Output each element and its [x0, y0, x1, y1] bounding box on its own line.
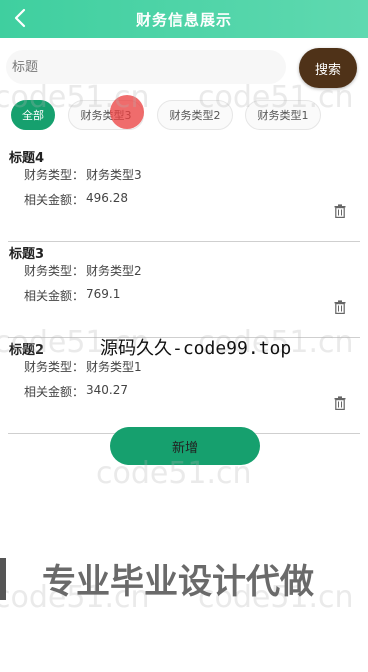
- item-amount-row: 相关金额： 496.28: [24, 191, 128, 208]
- type-value: 财务类型2: [86, 264, 142, 278]
- item-title: 标题4: [9, 151, 45, 166]
- overlay-banner: 专业毕业设计代做: [0, 548, 368, 610]
- trash-icon: [334, 204, 346, 218]
- type-label: 财务类型：: [24, 168, 85, 182]
- touch-indicator: [110, 95, 144, 129]
- amount-label: 相关金额：: [24, 289, 85, 303]
- back-button[interactable]: [6, 4, 34, 32]
- delete-button[interactable]: [334, 300, 346, 314]
- amount-label: 相关金额：: [24, 193, 85, 207]
- item-amount-row: 相关金额： 769.1: [24, 287, 120, 304]
- item-amount-row: 相关金额： 340.27: [24, 383, 128, 400]
- item-type-row: 财务类型： 财务类型3: [24, 166, 142, 183]
- item-title: 标题2: [9, 343, 45, 358]
- list-item[interactable]: 标题3 财务类型： 财务类型2 相关金额： 769.1: [8, 242, 360, 338]
- type-value: 财务类型3: [86, 168, 142, 182]
- trash-icon: [334, 300, 346, 314]
- tab-finance-type-1[interactable]: 财务类型1: [245, 100, 321, 130]
- amount-value: 496.28: [86, 191, 129, 205]
- overlay-caption: 源码久久-code99.top: [100, 338, 292, 359]
- chevron-left-icon: [14, 8, 26, 28]
- tab-finance-type-2[interactable]: 财务类型2: [157, 100, 233, 130]
- amount-value: 340.27: [86, 383, 129, 397]
- item-title: 标题3: [9, 247, 45, 262]
- delete-button[interactable]: [334, 396, 346, 410]
- add-button[interactable]: 新增: [110, 427, 260, 465]
- item-type-row: 财务类型： 财务类型1: [24, 358, 142, 375]
- type-value: 财务类型1: [86, 360, 142, 374]
- amount-value: 769.1: [86, 287, 121, 301]
- banner-text: 专业毕业设计代做: [42, 562, 314, 602]
- page-title: 财务信息展示: [135, 10, 232, 29]
- search-button[interactable]: 搜索: [299, 48, 357, 88]
- finance-list: 标题4 财务类型： 财务类型3 相关金额： 496.28 标题3 财务类型： 财…: [8, 146, 360, 434]
- type-label: 财务类型：: [24, 360, 85, 374]
- search-row: 搜索: [0, 44, 368, 92]
- trash-icon: [334, 396, 346, 410]
- type-label: 财务类型：: [24, 264, 85, 278]
- delete-button[interactable]: [334, 204, 346, 218]
- list-item[interactable]: 标题4 财务类型： 财务类型3 相关金额： 496.28: [8, 146, 360, 242]
- search-input[interactable]: [6, 50, 286, 84]
- banner-bar: [0, 558, 6, 600]
- app-header: 财务信息展示: [0, 0, 368, 38]
- item-type-row: 财务类型： 财务类型2: [24, 262, 142, 279]
- category-tabs: 全部 财务类型3 财务类型2 财务类型1: [0, 100, 368, 134]
- tab-all[interactable]: 全部: [11, 100, 55, 130]
- amount-label: 相关金额：: [24, 385, 85, 399]
